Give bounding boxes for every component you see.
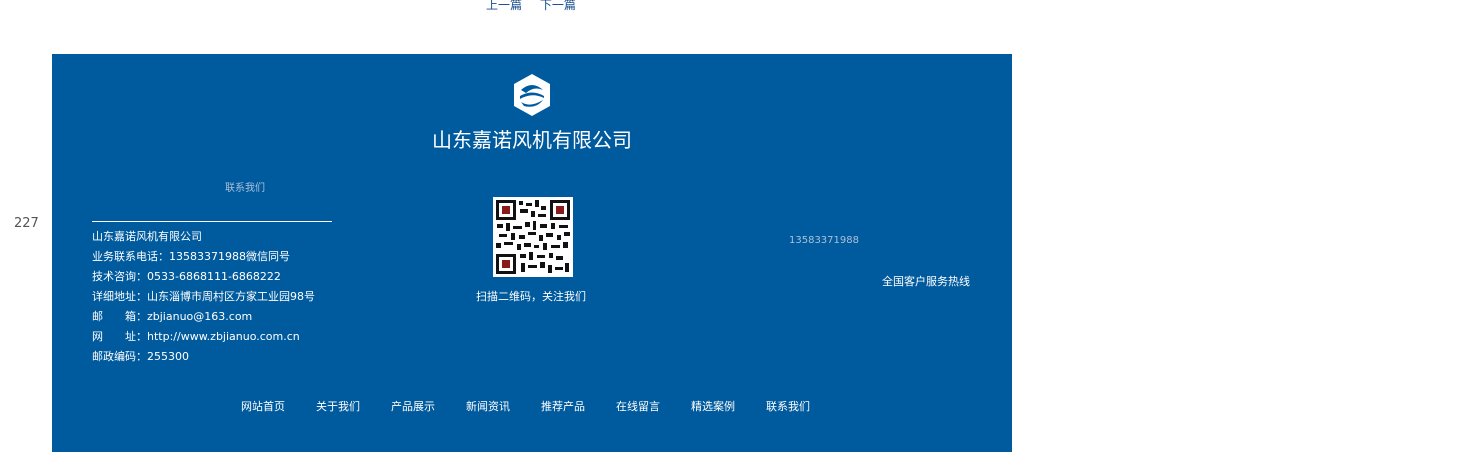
footer-nav-contact[interactable]: 联系我们: [766, 398, 810, 414]
article-pager: 上一篇 下一篇: [486, 0, 590, 13]
footer-nav-about[interactable]: 关于我们: [316, 398, 360, 414]
contact-divider: [92, 221, 332, 222]
footer-nav-news[interactable]: 新闻资讯: [466, 398, 510, 414]
side-number: 227: [14, 216, 39, 231]
prev-article-link[interactable]: 上一篇: [486, 0, 522, 12]
contact-company: 山东嘉诺风机有限公司: [92, 230, 202, 243]
footer-nav-products[interactable]: 产品展示: [391, 398, 435, 414]
next-article-link[interactable]: 下一篇: [540, 0, 576, 12]
qr-caption: 扫描二维码，关注我们: [476, 290, 586, 303]
qr-code-image: [493, 197, 573, 277]
contact-address: 详细地址：山东淄博市周村区方家工业园98号: [92, 290, 315, 303]
company-logo-icon: [514, 74, 550, 116]
contact-email: 邮 箱：zbjianuo@163.com: [92, 310, 253, 323]
contact-phone: 业务联系电话：13583371988微信同号: [92, 250, 290, 263]
footer-nav: 网站首页 关于我们 产品展示 新闻资讯 推荐产品 在线留言 精选案例 联系我们: [241, 398, 841, 414]
footer-nav-recommended[interactable]: 推荐产品: [541, 398, 585, 414]
site-footer: 山东嘉诺风机有限公司 联系我们 山东嘉诺风机有限公司 业务联系电话：135833…: [52, 54, 1012, 452]
footer-nav-home[interactable]: 网站首页: [241, 398, 285, 414]
contact-website: 网 址：http://www.zbjianuo.com.cn: [92, 330, 300, 343]
footer-nav-cases[interactable]: 精选案例: [691, 398, 735, 414]
hotline-label: 全国客户服务热线: [882, 275, 970, 288]
hotline-number: 13583371988: [789, 235, 859, 246]
company-title: 山东嘉诺风机有限公司: [432, 128, 632, 152]
contact-heading: 联系我们: [225, 183, 265, 194]
contact-postcode: 邮政编码：255300: [92, 350, 189, 363]
contact-list: 山东嘉诺风机有限公司 业务联系电话：13583371988微信同号 技术咨询：0…: [92, 227, 315, 367]
footer-nav-message[interactable]: 在线留言: [616, 398, 660, 414]
contact-tech: 技术咨询：0533-6868111-6868222: [92, 270, 281, 283]
